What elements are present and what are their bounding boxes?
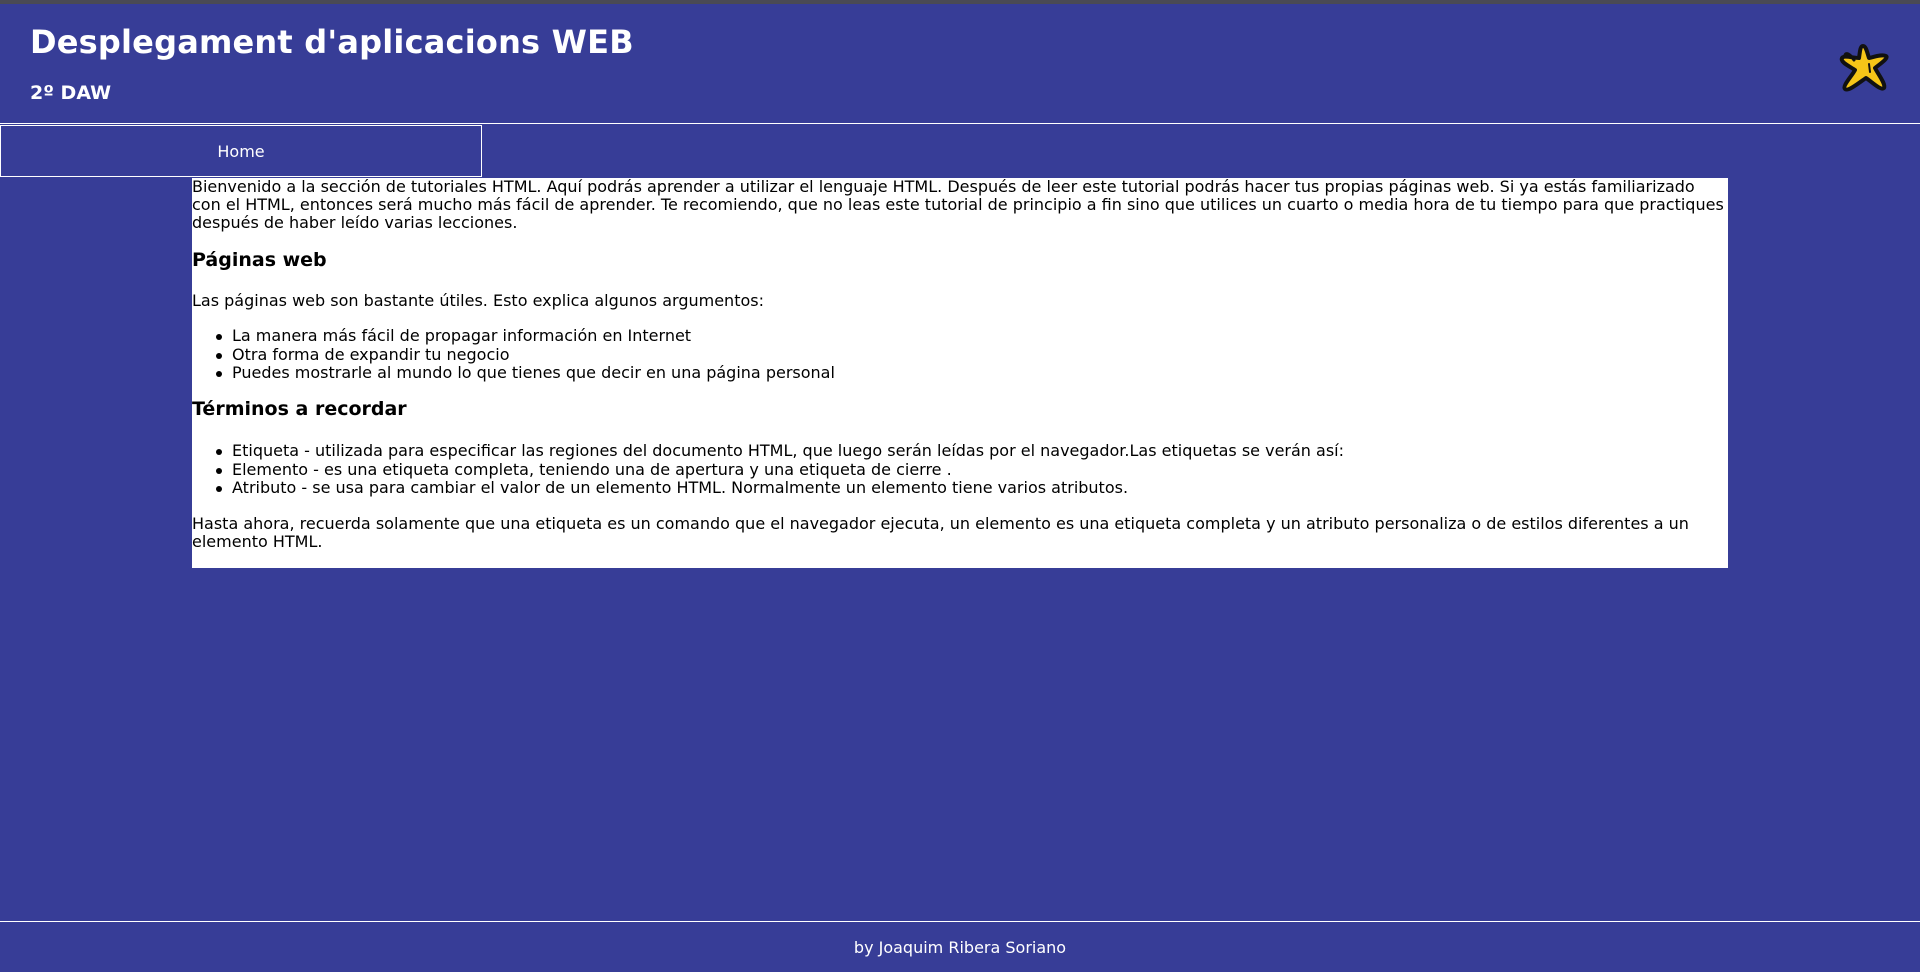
yellow-star-icon [1839, 44, 1889, 92]
section-heading-terms: Términos a recordar [192, 398, 407, 420]
terms-list: Etiqueta - utilizada para especificar la… [216, 441, 1344, 498]
footer-credit: by Joaquim Ribera Soriano [853, 937, 1067, 957]
site-subtitle: 2º DAW [30, 82, 112, 104]
list-item: La manera más fácil de propagar informac… [216, 327, 835, 346]
main-content: Bienvenido a la sección de tutoriales HT… [192, 178, 1728, 568]
section-paragraph-web: Las páginas web son bastante útiles. Est… [192, 291, 764, 310]
section-heading-web: Páginas web [192, 249, 327, 271]
list-item: Puedes mostrarle al mundo lo que tienes … [216, 363, 835, 383]
list-item: Atributo - se usa para cambiar el valor … [216, 479, 1344, 498]
list-item: Etiqueta - utilizada para especificar la… [216, 441, 1344, 460]
outro-paragraph: Hasta ahora, recuerda solamente que una … [192, 514, 1689, 551]
intro-paragraph: Bienvenido a la sección de tutoriales HT… [192, 177, 1724, 232]
list-item: Elemento - es una etiqueta completa, ten… [216, 460, 1344, 480]
site-title: Desplegament d'aplicacions WEB [30, 23, 634, 61]
nav-item-label: Home [217, 141, 265, 161]
web-benefits-list: La manera más fácil de propagar informac… [216, 327, 835, 383]
nav-item-home[interactable]: Home [0, 125, 482, 177]
site-header: Desplegament d'aplicacions WEB 2º DAW [0, 4, 1920, 124]
site-footer: by Joaquim Ribera Soriano [0, 921, 1920, 972]
main-nav: Home [0, 125, 1920, 178]
list-item: Otra forma de expandir tu negocio [216, 345, 835, 365]
